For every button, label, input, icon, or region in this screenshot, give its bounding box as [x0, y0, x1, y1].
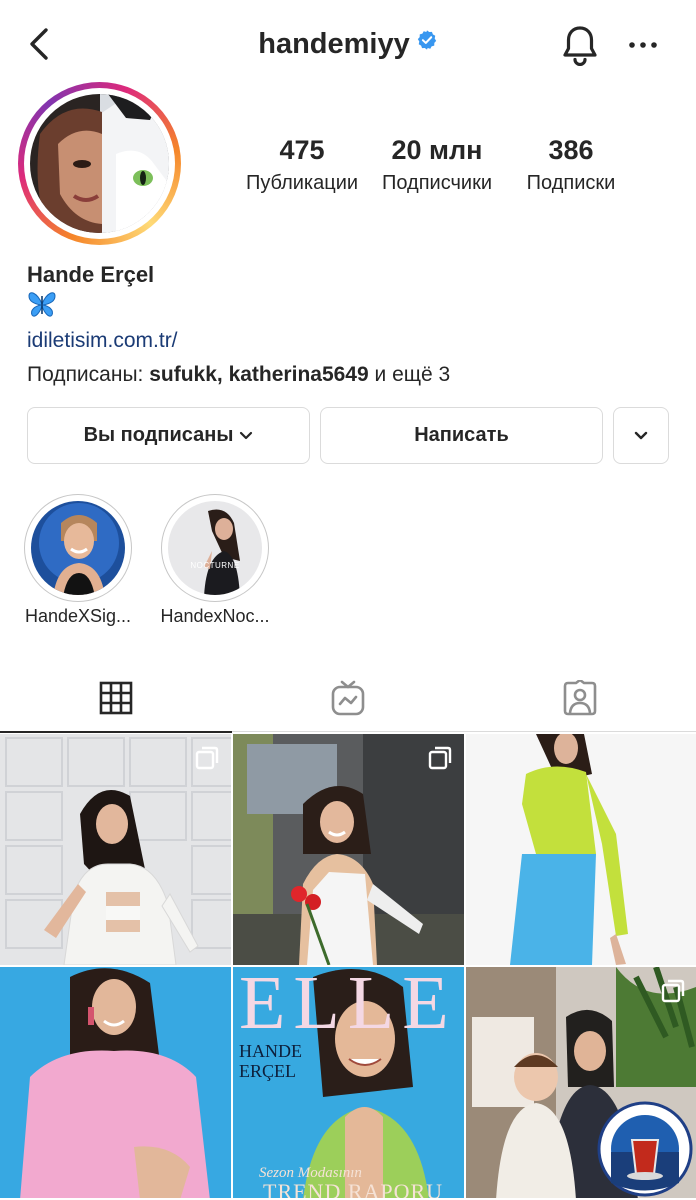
- stat-followers[interactable]: 20 млн Подписчики: [372, 134, 502, 198]
- highlight-overlay-text: NOCTURNE: [190, 561, 240, 570]
- tagged-icon: [563, 680, 597, 716]
- highlight-cover: [31, 501, 125, 595]
- highlight-cover-image: [168, 501, 262, 595]
- followed-by-users: sufukk, katherina5649: [149, 363, 369, 386]
- magazine-headline: HANDE ERÇEL: [239, 1041, 302, 1081]
- profile-display-name: Hande Erçel: [27, 262, 155, 287]
- stat-posts[interactable]: 475 Публикации: [237, 134, 367, 198]
- verified-badge-icon: [417, 30, 436, 50]
- bio-website-link[interactable]: idiletisim.com.tr/: [27, 324, 667, 358]
- chevron-down-icon: [240, 431, 253, 439]
- igtv-icon: [331, 680, 365, 716]
- username-title: handemiyy: [258, 28, 410, 60]
- following-button[interactable]: Вы подписаны: [27, 407, 310, 464]
- carousel-multiple-icon: [195, 746, 219, 770]
- stat-following-label: Подписки: [526, 172, 616, 194]
- tab-posts-grid[interactable]: [0, 664, 232, 733]
- post-thumbnail[interactable]: [466, 734, 696, 965]
- suggested-accounts-button[interactable]: [613, 407, 669, 464]
- chevron-down-icon: [634, 431, 648, 439]
- post-thumbnail[interactable]: [0, 967, 231, 1198]
- avatar-image: [30, 94, 169, 233]
- stat-posts-value: 475: [279, 135, 325, 165]
- followed-by-prefix: Подписаны:: [27, 363, 150, 386]
- highlight-ring: NOCTURNE: [161, 494, 269, 602]
- top-bar: handemiyy: [0, 0, 696, 92]
- highlight-ring: [24, 494, 132, 602]
- carousel-multiple-icon: [661, 979, 685, 1003]
- post-thumbnail[interactable]: [0, 734, 231, 965]
- stat-following-value: 386: [548, 135, 594, 165]
- butterfly-emoji: 🦋: [27, 290, 667, 324]
- more-horizontal-icon[interactable]: [628, 38, 658, 52]
- following-button-label: Вы подписаны: [83, 424, 234, 446]
- magazine-footer: TREND RAPORU: [263, 1179, 444, 1198]
- highlight-label: HandexNoc...: [160, 606, 270, 626]
- message-button[interactable]: Написать: [320, 407, 603, 464]
- followed-by-line[interactable]: Подписаны: sufukk, katherina5649 и ещё 3: [27, 358, 667, 392]
- channel-watermark-stamp: [597, 1101, 693, 1197]
- butterfly-icon: [28, 292, 56, 317]
- carousel-multiple-icon: [428, 746, 452, 770]
- tab-igtv[interactable]: [232, 664, 464, 732]
- grid-icon: [99, 681, 133, 715]
- bell-icon[interactable]: [560, 24, 600, 66]
- followed-by-suffix: и ещё 3: [368, 363, 451, 386]
- highlight-item[interactable]: NOCTURNE HandexNoc...: [160, 494, 270, 626]
- post-image: [466, 734, 696, 965]
- post-thumbnail[interactable]: ELLE HANDE ERÇEL Sezon Modasının TREND R…: [233, 967, 464, 1198]
- highlight-cover-image: [31, 501, 125, 595]
- highlight-cover: NOCTURNE: [168, 501, 262, 595]
- highlight-item[interactable]: HandeXSig...: [24, 494, 132, 626]
- highlight-label: HandeXSig...: [24, 606, 132, 626]
- stat-followers-label: Подписчики: [381, 172, 493, 194]
- stat-followers-value: 20 млн: [391, 135, 483, 165]
- profile-avatar[interactable]: [18, 82, 181, 245]
- profile-bio: Hande Erçel 🦋 idiletisim.com.tr/ Подписа…: [27, 260, 667, 392]
- tab-tagged[interactable]: [464, 664, 696, 732]
- post-thumbnail[interactable]: [233, 734, 464, 965]
- avatar-photo: [30, 94, 169, 233]
- stat-following[interactable]: 386 Подписки: [506, 134, 636, 198]
- profile-tabs: [0, 664, 696, 733]
- magazine-brand: ELLE: [239, 967, 457, 1045]
- post-image: [0, 967, 231, 1198]
- stat-posts-label: Публикации: [245, 172, 359, 194]
- posts-grid: ELLE HANDE ERÇEL Sezon Modasının TREND R…: [0, 734, 696, 1200]
- message-button-label: Написать: [414, 424, 509, 446]
